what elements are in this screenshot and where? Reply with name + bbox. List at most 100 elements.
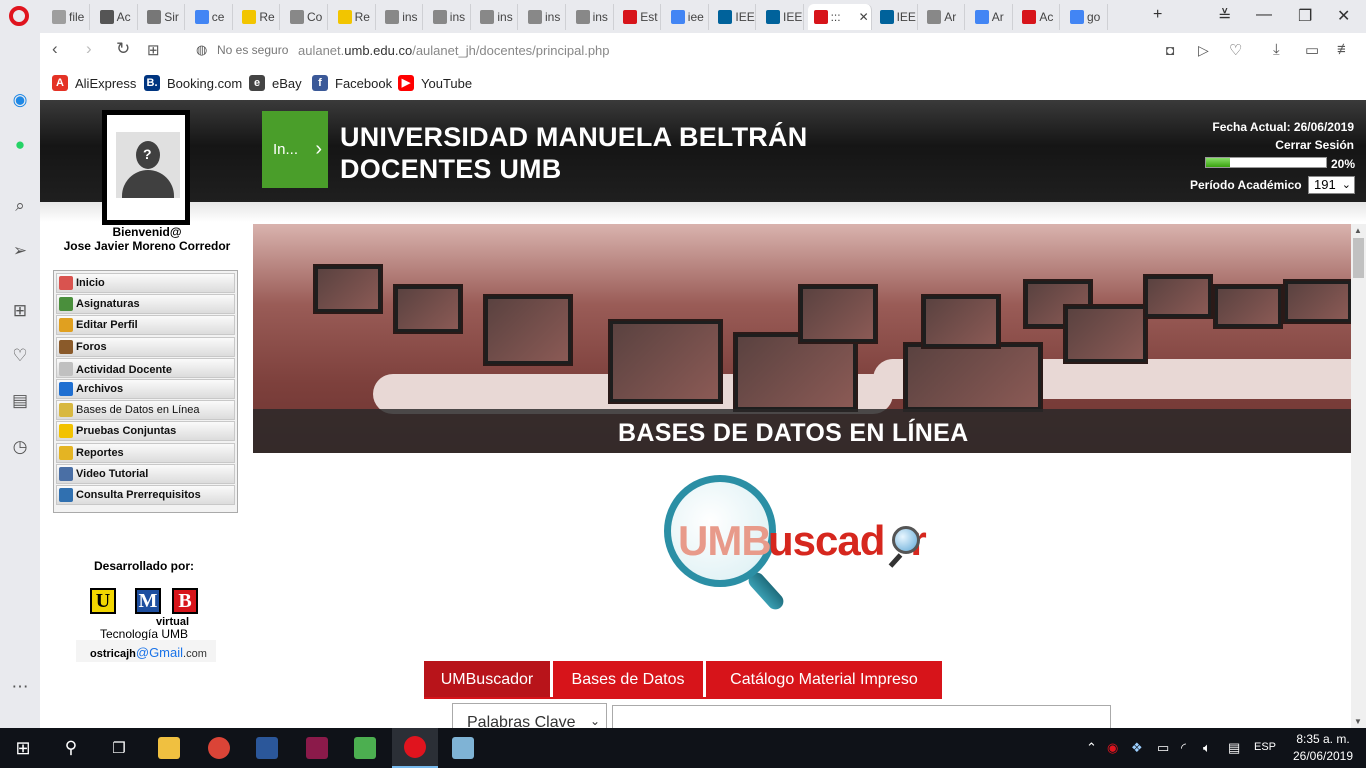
messenger-icon[interactable]: ◉ <box>10 90 30 110</box>
menu-item-reportes[interactable]: Reportes <box>56 442 235 463</box>
menu-item-video-tutorial[interactable]: Video Tutorial <box>56 463 235 484</box>
tray-expand-icon[interactable]: ⌃ <box>1086 740 1097 756</box>
taskbar-app-chrome[interactable] <box>196 728 242 768</box>
browser-tab[interactable]: ins <box>570 4 614 30</box>
new-tab-icon[interactable]: + <box>1153 6 1162 24</box>
browser-tab[interactable]: Co <box>284 4 328 30</box>
browser-tab[interactable]: Ac <box>94 4 138 30</box>
wifi-icon[interactable]: ◜ <box>1181 740 1186 756</box>
tab-menu-icon[interactable]: ≚ <box>1218 6 1231 26</box>
search-input[interactable] <box>612 705 1111 728</box>
minimize-icon[interactable]: — <box>1256 6 1272 24</box>
volume-icon[interactable]: 🔈︎ <box>1203 740 1211 756</box>
page-scrollbar[interactable]: ▲ ▼ <box>1351 224 1366 728</box>
browser-tab[interactable]: Ar <box>921 4 966 30</box>
camera-icon[interactable]: ◘ <box>1166 42 1174 58</box>
dropbox-icon[interactable]: ❖ <box>1131 740 1143 756</box>
easy-setup-icon[interactable]: ≢ <box>1337 41 1352 58</box>
browser-tab[interactable]: Ar <box>969 4 1013 30</box>
history-icon[interactable]: ◷ <box>10 437 30 457</box>
search-icon[interactable]: ⚲ <box>48 728 94 768</box>
browser-tab[interactable]: Est <box>617 4 662 30</box>
browser-tab[interactable]: ins <box>522 4 566 30</box>
news-icon[interactable]: ▤ <box>10 391 30 411</box>
bookmark-ebay[interactable]: e eBay <box>249 75 302 91</box>
bookmark-aliexpress[interactable]: A AliExpress <box>52 75 136 91</box>
tab-label: ins <box>497 10 513 24</box>
browser-tab[interactable]: ::: ✕ <box>807 4 872 30</box>
browser-tab[interactable]: IEE <box>874 4 918 30</box>
browser-tab[interactable]: go <box>1064 4 1108 30</box>
scroll-down-icon[interactable]: ▼ <box>1354 717 1362 726</box>
menu-item-inicio[interactable]: Inicio <box>56 273 235 293</box>
search-icon[interactable]: ⌕ <box>10 196 30 216</box>
menu-item-asignaturas[interactable]: Asignaturas <box>56 294 235 315</box>
more-icon[interactable]: ⋯ <box>10 677 30 697</box>
speed-dial-icon[interactable]: ⊞ <box>10 301 30 321</box>
heart-icon[interactable]: ♡ <box>10 346 30 366</box>
opera-menu-icon[interactable] <box>9 6 29 26</box>
forward-icon[interactable]: › <box>86 39 92 59</box>
chevron-down-icon: ⌄ <box>589 714 600 728</box>
bookmark-youtube[interactable]: ▶ YouTube <box>398 75 472 91</box>
menu-item-consulta-prerrequisitos[interactable]: Consulta Prerrequisitos <box>56 484 235 505</box>
language-indicator[interactable]: ESP <box>1254 741 1276 753</box>
restore-icon[interactable]: ❐ <box>1298 6 1312 26</box>
browser-tab[interactable]: Re <box>332 4 376 30</box>
menu-item-archivos[interactable]: Archivos <box>56 378 235 399</box>
bookmark-bookingcom[interactable]: B. Booking.com <box>144 75 242 91</box>
back-icon[interactable]: ‹ <box>52 39 58 59</box>
browser-tab[interactable]: Re <box>236 4 281 30</box>
reload-icon[interactable]: ↻ <box>116 39 130 59</box>
scroll-thumb[interactable] <box>1353 238 1364 278</box>
browser-tab[interactable]: Sir <box>141 4 186 30</box>
share-icon[interactable]: ▷ <box>1198 42 1209 59</box>
browser-tab[interactable]: file <box>46 4 90 30</box>
browser-tab[interactable]: iee <box>665 4 709 30</box>
taskbar-app-file-explorer[interactable] <box>146 728 192 768</box>
download-icon[interactable]: ⤓ <box>1273 41 1280 58</box>
task-view-icon[interactable]: ❐ <box>96 728 142 768</box>
bookmark-facebook[interactable]: f Facebook <box>312 75 392 91</box>
tab-favicon-icon <box>480 10 495 24</box>
taskbar-app-notepad[interactable] <box>440 728 486 768</box>
close-tab-icon[interactable]: ✕ <box>859 10 869 24</box>
system-clock[interactable]: 8:35 a. m. 26/06/2019 <box>1288 731 1358 765</box>
tabs-grid-icon[interactable]: ⊞ <box>147 41 160 59</box>
tab-umbuscador[interactable]: UMBuscador <box>424 661 550 698</box>
start-icon[interactable]: ⊞ <box>0 728 46 768</box>
url-field[interactable]: aulanet.umb.edu.co/aulanet_jh/docentes/p… <box>298 43 610 58</box>
browser-tab[interactable]: ins <box>379 4 424 30</box>
favorite-icon[interactable]: ♡ <box>1229 41 1242 59</box>
keyboard-icon[interactable]: ▤ <box>1228 740 1240 756</box>
browser-tab[interactable]: IEE <box>712 4 757 30</box>
send-icon[interactable]: ➢ <box>10 241 30 261</box>
start-button[interactable]: In... › <box>262 111 328 188</box>
browser-tab[interactable]: Ac <box>1016 4 1061 30</box>
menu-item-pruebas-conjuntas[interactable]: Pruebas Conjuntas <box>56 421 235 442</box>
scroll-up-icon[interactable]: ▲ <box>1354 226 1362 235</box>
search-type-select[interactable]: Palabras Clave ⌄ <box>452 703 607 728</box>
tab-catalogo-material-impreso[interactable]: Catálogo Material Impreso <box>706 661 942 698</box>
taskbar-app-opera[interactable] <box>392 728 438 768</box>
opera-tray-icon[interactable]: ◉ <box>1107 740 1118 756</box>
taskbar-app-word[interactable] <box>244 728 290 768</box>
browser-tab[interactable]: ins <box>474 4 519 30</box>
logout-link[interactable]: Cerrar Sesión <box>1275 138 1354 152</box>
browser-tab[interactable]: ins <box>427 4 471 30</box>
battery-tray-icon[interactable]: ▭ <box>1157 740 1169 756</box>
menu-item-foros[interactable]: Foros <box>56 336 235 357</box>
close-window-icon[interactable]: ✕ <box>1337 6 1350 26</box>
whatsapp-icon[interactable]: ● <box>10 135 30 155</box>
logo-letter-b: B <box>172 588 198 614</box>
menu-item-bases-de-datos-en-l-nea[interactable]: Bases de Datos en Línea <box>56 400 235 421</box>
menu-item-actividad-docente[interactable]: Actividad Docente <box>56 357 235 378</box>
battery-icon[interactable]: ▭ <box>1305 41 1319 59</box>
taskbar-app-winrar[interactable] <box>294 728 340 768</box>
browser-tab[interactable]: IEE <box>760 4 804 30</box>
menu-item-editar-perfil[interactable]: Editar Perfil <box>56 315 235 336</box>
period-select[interactable]: 191 ⌄ <box>1308 176 1355 194</box>
browser-tab[interactable]: ce <box>189 4 233 30</box>
taskbar-app-excel-tool[interactable] <box>342 728 388 768</box>
tab-bases-de-datos[interactable]: Bases de Datos <box>553 661 703 698</box>
